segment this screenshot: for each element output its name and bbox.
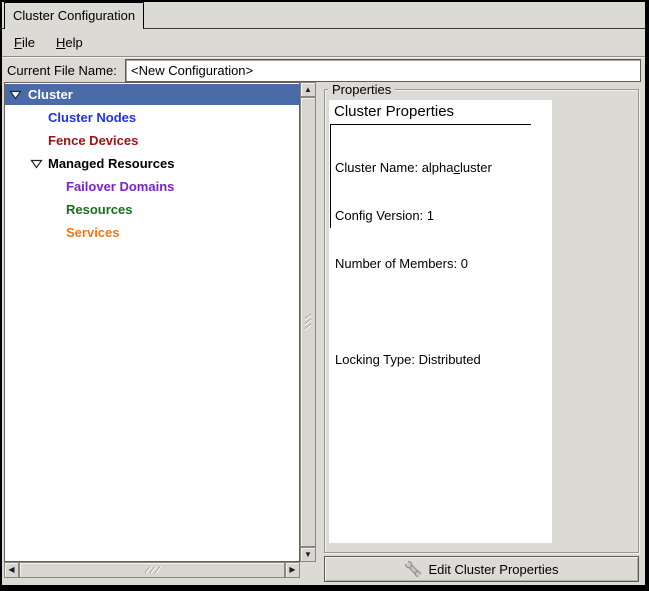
menu-file-mnemonic: F (14, 35, 22, 50)
tree-item-label: Cluster (28, 84, 73, 105)
scroll-up-button[interactable]: ▲ (300, 82, 316, 97)
content-left-rule (330, 124, 331, 228)
current-file-name-input[interactable] (125, 59, 641, 82)
grip-icon (143, 565, 161, 575)
config-version-line: Config Version: 1 (335, 208, 492, 224)
edit-button-label: Edit Cluster Properties (428, 562, 558, 577)
window-body: Cluster Configuration File Help Current … (2, 2, 645, 585)
tree-horizontal-scrollbar[interactable]: ◀ ▶ (4, 562, 300, 578)
tab-label: Cluster Configuration (13, 8, 135, 23)
menu-help-label: elp (65, 35, 82, 50)
vertical-scrollbar-thumb[interactable] (300, 97, 316, 547)
properties-frame-label: Properties (328, 82, 395, 97)
cluster-properties-text: Cluster Name: alphacluster Config Versio… (335, 128, 492, 400)
tree-item-cluster[interactable]: Cluster (5, 84, 299, 105)
menu-file[interactable]: File (10, 34, 39, 54)
app-window: Cluster Configuration File Help Current … (0, 0, 649, 591)
horizontal-scrollbar-thumb[interactable] (19, 562, 285, 578)
current-file-name-label: Current File Name: (7, 58, 117, 83)
tree-item-label: Fence Devices (48, 130, 138, 151)
tree-vertical-scrollbar[interactable]: ▲ ▼ (300, 82, 316, 562)
tree-item-label: Resources (66, 199, 132, 220)
grip-icon (303, 313, 313, 331)
pane-splitter[interactable] (316, 82, 324, 578)
cluster-name-line: Cluster Name: alphacluster (335, 160, 492, 176)
expander-open-icon[interactable] (30, 159, 43, 169)
tree-item-resources[interactable]: Resources (5, 199, 299, 220)
menu-file-label: ile (22, 35, 35, 50)
tree-item-label: Cluster Nodes (48, 107, 136, 128)
scroll-left-icon: ◀ (8, 566, 14, 574)
scroll-up-icon: ▲ (304, 86, 312, 94)
scroll-right-icon: ▶ (289, 566, 295, 574)
tree-item-label: Managed Resources (48, 153, 174, 174)
tree-item-failover-domains[interactable]: Failover Domains (5, 176, 299, 197)
tree-item-services[interactable]: Services (5, 222, 299, 243)
scroll-right-button[interactable]: ▶ (285, 562, 300, 578)
tree-item-label: Services (66, 222, 120, 243)
tree-item-cluster-nodes[interactable]: Cluster Nodes (5, 107, 299, 128)
menu-help[interactable]: Help (52, 34, 87, 54)
tree-item-fence-devices[interactable]: Fence Devices (5, 130, 299, 151)
menu-help-mnemonic: H (56, 35, 65, 50)
cluster-name-pre: Cluster Name: alpha (335, 160, 454, 175)
expander-open-icon[interactable] (9, 90, 22, 100)
tree-item-label: Failover Domains (66, 176, 174, 197)
cluster-name-post: luster (460, 160, 492, 175)
wrench-icon (404, 560, 422, 578)
edit-cluster-properties-button[interactable]: Edit Cluster Properties (324, 556, 639, 582)
blank-line (335, 304, 492, 320)
menu-bar: File Help (2, 29, 645, 56)
num-members-line: Number of Members: 0 (335, 256, 492, 272)
properties-heading: Cluster Properties (334, 103, 454, 120)
scroll-down-button[interactable]: ▼ (300, 547, 316, 562)
scroll-down-icon: ▼ (304, 551, 312, 559)
tab-cluster-configuration[interactable]: Cluster Configuration (4, 2, 144, 29)
locking-type-line: Locking Type: Distributed (335, 352, 492, 368)
heading-rule (330, 124, 531, 125)
tree-item-managed-resources[interactable]: Managed Resources (5, 153, 299, 174)
cluster-tree: Cluster Cluster Nodes Fence Devices Mana… (4, 82, 300, 562)
scroll-left-button[interactable]: ◀ (4, 562, 19, 578)
